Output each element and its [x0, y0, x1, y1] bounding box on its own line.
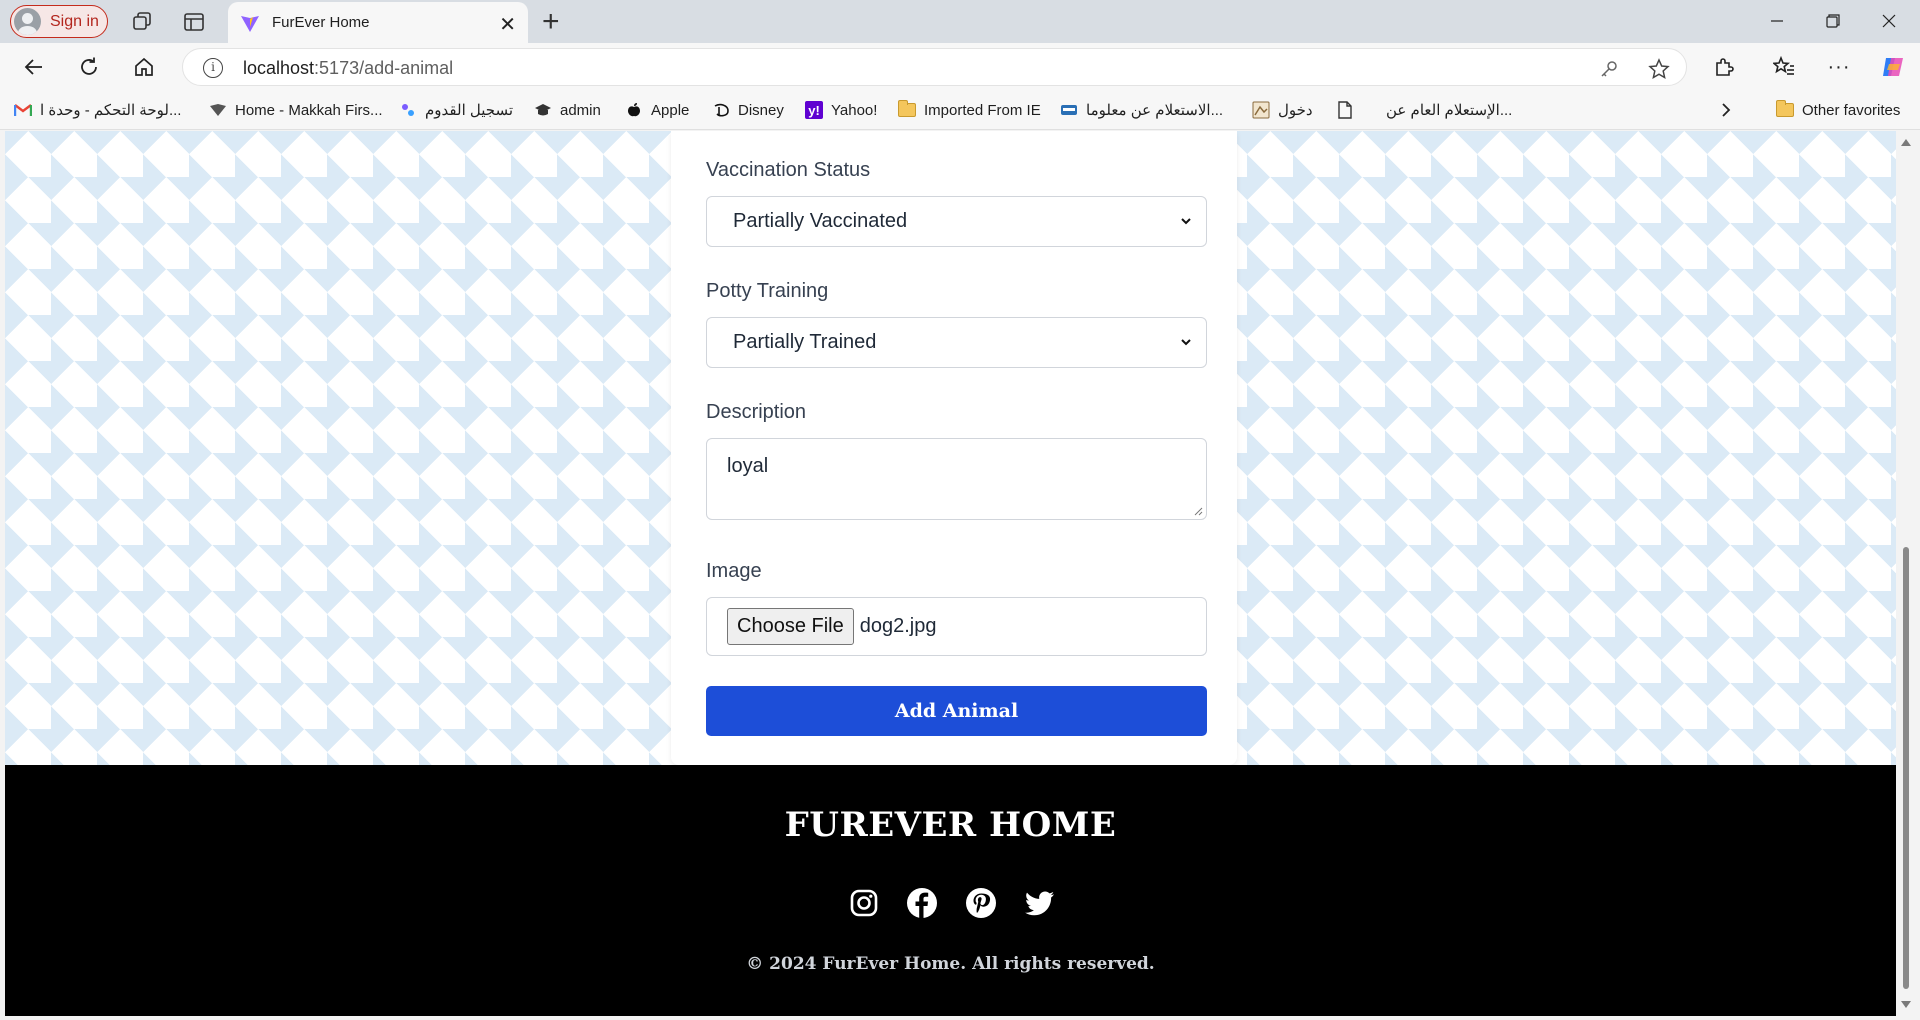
choose-file-button[interactable]: Choose File [727, 608, 854, 645]
bookmark-site-icon [1060, 101, 1078, 119]
bookmark-site-icon [399, 101, 417, 119]
bookmark-item[interactable]: الإستعلام العام عن... [1336, 99, 1512, 121]
bookmark-label: لوحة التحكم - وحدة ا... [40, 102, 182, 119]
pinterest-icon[interactable] [965, 887, 997, 919]
potty-training-select[interactable]: Partially Trained [706, 317, 1207, 368]
page-icon [1336, 101, 1354, 119]
facebook-icon[interactable] [906, 887, 938, 919]
bookmark-label: Yahoo! [831, 101, 878, 119]
restore-icon[interactable] [1810, 6, 1856, 36]
footer-copyright: © 2024 FurEver Home. All rights reserved… [746, 954, 1155, 974]
bookmark-site-icon [209, 101, 227, 119]
tab-actions-icon[interactable] [181, 9, 207, 35]
tab-furever-home[interactable]: FurEver Home ✕ [228, 2, 528, 43]
description-textarea[interactable]: loyal [706, 438, 1207, 520]
bookmark-label: الإستعلام العام عن... [1386, 102, 1513, 119]
vaccination-status-label: Vaccination Status [706, 159, 871, 181]
tab-title: FurEver Home [272, 14, 370, 31]
bookmark-item[interactable]: Imported From IE [898, 99, 1041, 121]
add-animal-form: Vaccination Status Partially Vaccinated … [671, 131, 1237, 765]
social-links [5, 887, 1896, 919]
bookmark-label: الاستعلام عن معلوما... [1086, 102, 1224, 119]
bookmark-label: Imported From IE [924, 101, 1041, 119]
other-favorites[interactable]: Other favorites [1776, 99, 1900, 121]
url-path: :5173/add-animal [314, 58, 454, 78]
bookmark-item[interactable]: الاستعلام عن معلوما... [1060, 99, 1223, 121]
sign-in-label: Sign in [50, 12, 99, 30]
scroll-down-arrow-icon[interactable] [1901, 1001, 1911, 1008]
instagram-icon[interactable] [848, 887, 880, 919]
back-icon[interactable] [18, 51, 50, 83]
bookmark-item[interactable]: دخول [1252, 99, 1313, 121]
browser-toolbar: i localhost:5173/add-animal ··· [0, 43, 1920, 90]
copilot-icon[interactable] [1877, 51, 1909, 83]
bookmark-label: Home - Makkah Firs... [235, 101, 383, 119]
bookmark-label: admin [560, 101, 601, 119]
chevron-down-icon [1181, 218, 1191, 225]
image-file-input[interactable]: Choose File dog2.jpg [706, 597, 1207, 656]
other-favorites-label: Other favorites [1802, 101, 1901, 119]
bookmarks-bar: لوحة التحكم - وحدة ا... Home - Makkah Fi… [0, 90, 1920, 130]
site-info-icon[interactable]: i [203, 58, 223, 78]
folder-icon [1776, 100, 1794, 117]
profile-icon [14, 8, 41, 35]
bookmark-item[interactable]: Apple [625, 99, 689, 121]
vite-favicon-icon [241, 15, 259, 32]
refresh-icon[interactable] [73, 51, 105, 83]
vaccination-status-select[interactable]: Partially Vaccinated [706, 196, 1207, 247]
bookmark-item[interactable]: لوحة التحكم - وحدة ا... [14, 99, 181, 121]
bookmark-label: تسجيل القدوم [425, 102, 514, 119]
page-viewport: Vaccination Status Partially Vaccinated … [5, 131, 1896, 1016]
selected-file-name: dog2.jpg [859, 615, 937, 637]
folder-icon [898, 100, 916, 117]
address-bar[interactable]: i localhost:5173/add-animal [182, 48, 1687, 86]
yahoo-icon: y! [805, 101, 823, 119]
page-scrollbar[interactable] [1896, 131, 1916, 1016]
url-text: localhost:5173/add-animal [243, 58, 453, 79]
bookmark-label: Apple [651, 101, 690, 119]
sign-in-button[interactable]: Sign in [10, 5, 108, 38]
description-value: loyal [727, 455, 769, 477]
close-window-icon[interactable] [1866, 6, 1912, 36]
new-tab-icon[interactable]: + [542, 5, 560, 39]
chevron-down-icon [1181, 339, 1191, 346]
favorite-star-icon[interactable] [1647, 57, 1671, 81]
vaccination-status-value: Partially Vaccinated [733, 210, 908, 232]
bookmark-item[interactable]: admin [534, 99, 601, 121]
scroll-up-arrow-icon[interactable] [1901, 139, 1911, 146]
url-host: localhost [243, 58, 315, 78]
bookmark-label: دخول [1278, 102, 1313, 119]
footer-brand: FUREVER HOME [784, 805, 1117, 845]
gmail-icon [14, 101, 32, 119]
bookmark-item[interactable]: Disney [712, 99, 784, 121]
image-label: Image [706, 560, 762, 582]
potty-training-value: Partially Trained [733, 331, 877, 353]
bookmark-item[interactable]: y! Yahoo! [805, 99, 877, 121]
bookmark-item[interactable]: Home - Makkah Firs... [209, 99, 383, 121]
bookmark-label: Disney [738, 101, 784, 119]
home-icon[interactable] [128, 51, 160, 83]
apple-icon [625, 101, 643, 119]
scrollbar-thumb[interactable] [1903, 547, 1909, 989]
bookmarks-overflow-chevron-icon[interactable] [1720, 99, 1732, 121]
add-animal-button[interactable]: Add Animal [706, 686, 1207, 736]
extensions-icon[interactable] [1708, 51, 1740, 83]
key-icon[interactable] [1597, 57, 1621, 81]
twitter-icon[interactable] [1024, 887, 1056, 919]
bookmark-site-icon [1252, 101, 1270, 119]
close-tab-icon[interactable]: ✕ [499, 12, 516, 37]
resize-grip-icon[interactable] [1193, 506, 1203, 516]
tab-strip: Sign in FurEver Home ✕ + [0, 0, 1920, 43]
minimize-icon[interactable] [1754, 6, 1800, 36]
disney-icon [712, 101, 730, 119]
more-options-icon[interactable]: ··· [1823, 51, 1855, 83]
workspaces-icon[interactable] [130, 9, 156, 35]
potty-training-label: Potty Training [706, 280, 829, 302]
description-label: Description [706, 401, 807, 423]
bookmark-item[interactable]: تسجيل القدوم [399, 99, 513, 121]
graduation-cap-icon [534, 101, 552, 119]
favorites-icon[interactable] [1768, 51, 1800, 83]
